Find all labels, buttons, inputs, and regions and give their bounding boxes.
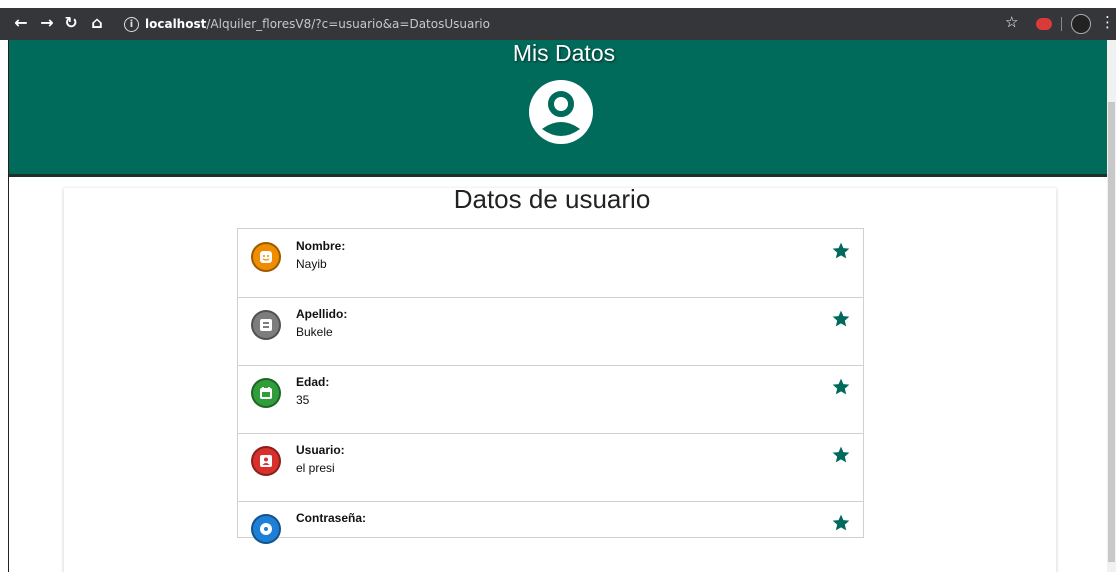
item-label: Contraseña: — [296, 511, 367, 525]
scrollbar-thumb[interactable] — [1108, 102, 1115, 562]
item-value: Nayib — [296, 257, 327, 271]
list-item-nombre: Nombre: Nayib — [238, 229, 863, 298]
list-item-usuario: Usuario: el presi — [238, 433, 863, 502]
account-circle-icon — [529, 80, 593, 144]
user-data-list: Nombre: Nayib Apellido: Bukele Edad: 35 … — [237, 228, 864, 544]
page-title: Mis Datos — [512, 40, 616, 66]
list-item-contrasena: Contraseña: — [238, 501, 863, 569]
back-arrow-icon[interactable]: ← — [12, 13, 30, 32]
menu-dots-icon[interactable]: ⋮ — [1100, 13, 1115, 31]
item-label: Usuario: — [296, 443, 345, 457]
item-value: Bukele — [296, 325, 333, 339]
url-host: localhost — [145, 17, 207, 31]
item-label: Edad: — [296, 375, 330, 389]
star-icon — [832, 242, 850, 259]
star-icon — [832, 378, 850, 395]
item-value: el presi — [296, 461, 335, 475]
user-box-icon — [251, 446, 281, 476]
star-icon — [832, 310, 850, 327]
lock-icon — [251, 514, 281, 544]
item-value: 35 — [296, 393, 310, 407]
calendar-icon — [251, 378, 281, 408]
star-icon — [832, 514, 850, 531]
forward-arrow-icon[interactable]: → — [38, 13, 56, 32]
list-item-edad: Edad: 35 — [238, 365, 863, 434]
page-scrollbar[interactable] — [1107, 40, 1116, 572]
star-icon — [832, 446, 850, 463]
bookmark-star-icon[interactable]: ☆ — [1005, 13, 1018, 31]
item-label: Apellido: — [296, 307, 348, 321]
info-icon[interactable]: i — [124, 17, 139, 32]
toolbar-divider — [1061, 17, 1062, 31]
browser-toolbar: ← → ↻ ⌂ i localhost/Alquiler_floresV8/?c=… — [0, 0, 1116, 40]
item-label: Nombre: — [296, 239, 346, 253]
badge-icon — [251, 310, 281, 340]
card-title: Datos de usuario — [453, 184, 651, 214]
list-item-apellido: Apellido: Bukele — [238, 297, 863, 366]
home-icon[interactable]: ⌂ — [88, 13, 106, 32]
extension-icon[interactable] — [1036, 18, 1052, 30]
url-path: /Alquiler_floresV8/?c=usuario&a=DatosUsu… — [206, 17, 490, 31]
reload-icon[interactable]: ↻ — [62, 13, 80, 32]
profile-avatar-icon[interactable] — [1071, 14, 1091, 34]
face-icon — [251, 242, 281, 272]
address-bar[interactable]: i localhost/Alquiler_floresV8/?c=usuario&… — [124, 12, 1004, 36]
header-banner: Mis Datos — [9, 40, 1107, 177]
